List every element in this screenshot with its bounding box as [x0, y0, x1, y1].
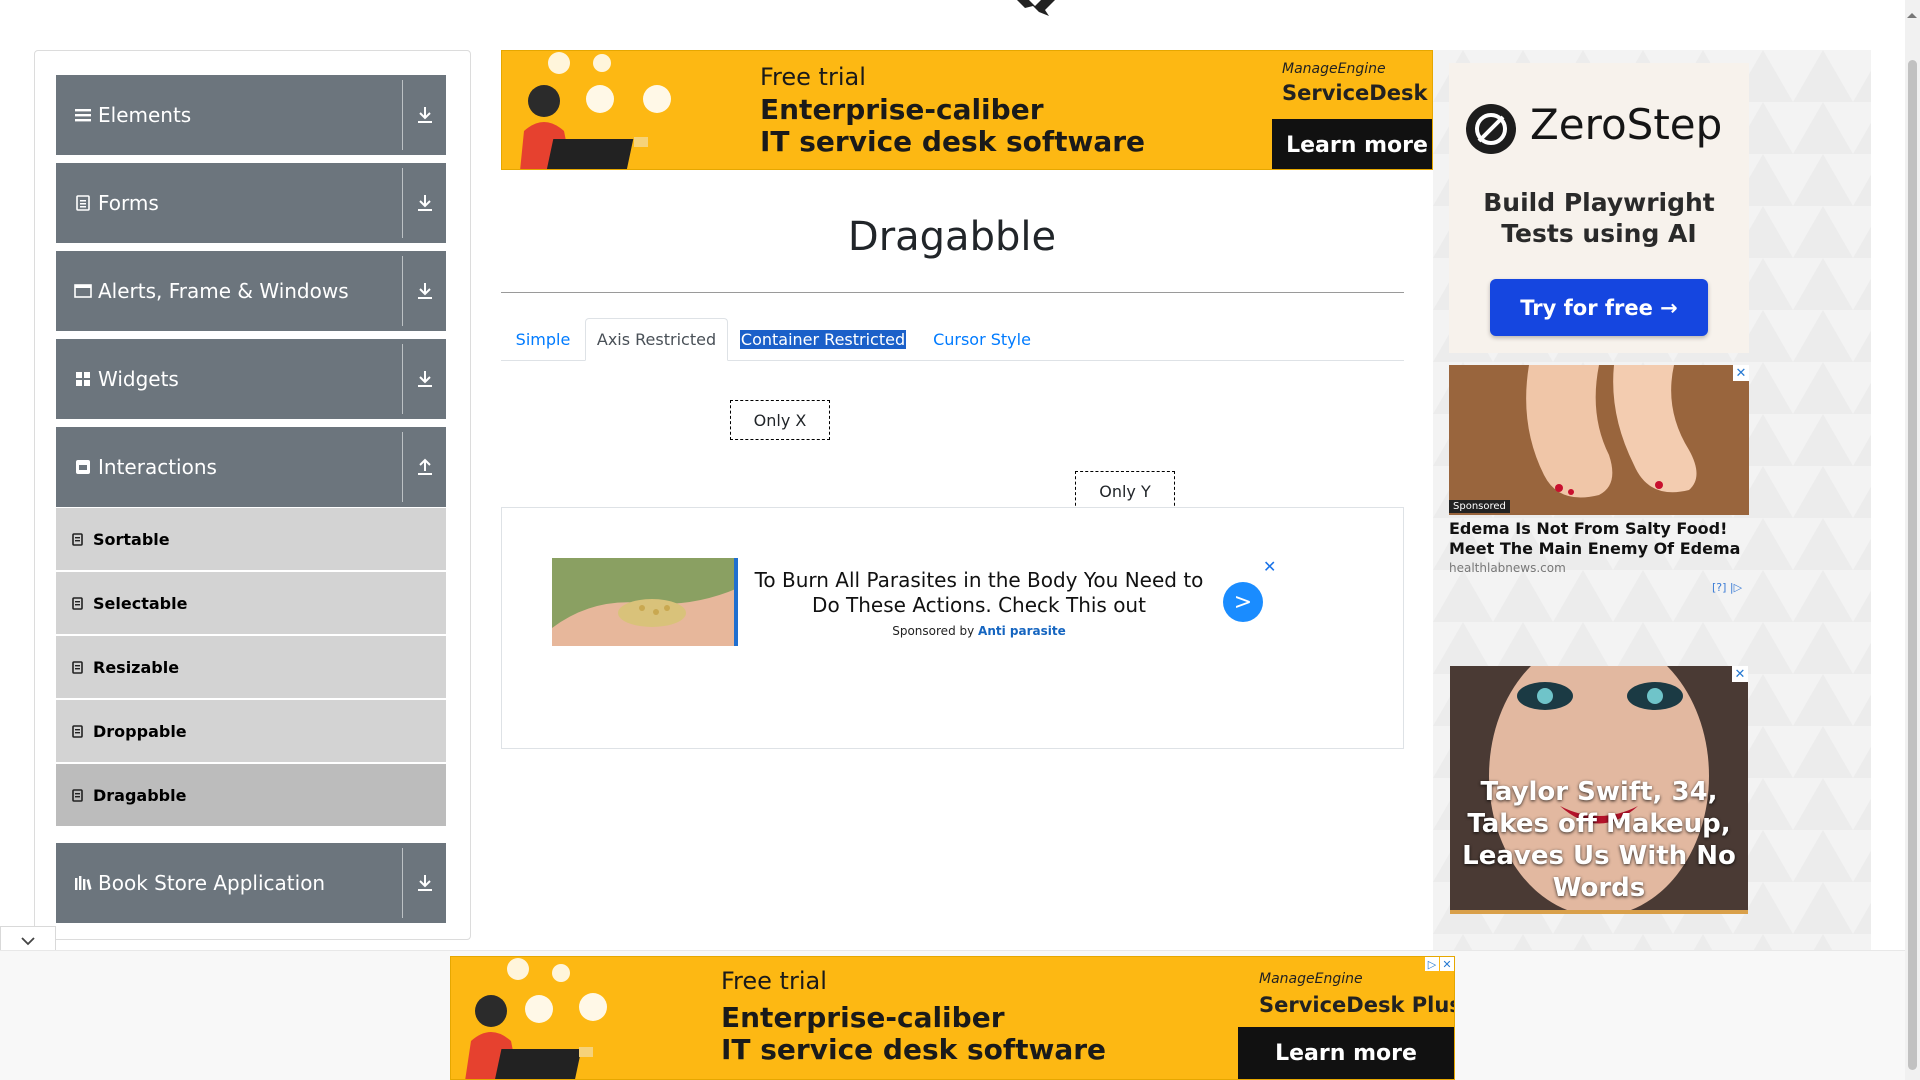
sidebar-item-dragabble[interactable]: Dragabble — [56, 764, 446, 826]
page-title: Dragabble — [847, 214, 1057, 260]
divider — [402, 344, 403, 414]
sidebar-group-label: Interactions — [98, 455, 217, 479]
menu-item-icon — [72, 660, 86, 674]
divider — [402, 848, 403, 918]
draggable-only-y[interactable]: Only Y — [1075, 471, 1175, 511]
ad-line-2: Enterprise-caliber — [760, 93, 1044, 126]
ad-line-3: IT service desk software — [760, 125, 1146, 158]
ad-line-2: Enterprise-caliber — [721, 1001, 1005, 1034]
bottom-banner-ad[interactable]: Free trial Enterprise-caliber IT service… — [450, 956, 1455, 1080]
ad-line-3: IT service desk software — [721, 1033, 1107, 1066]
tab-cursor-style[interactable]: Cursor Style — [918, 318, 1046, 361]
divider — [402, 256, 403, 326]
zerostep-tagline: Build Playwright Tests using AI — [1483, 188, 1715, 248]
sidebar-item-label: Selectable — [93, 593, 188, 613]
ad-line-1: Free trial — [721, 967, 827, 995]
sidebar-group-elements[interactable]: Elements — [56, 75, 446, 155]
sidebar-item-label: Dragabble — [93, 785, 187, 805]
ad-illustration — [520, 52, 671, 169]
sidebar-group-forms[interactable]: Forms — [56, 163, 446, 243]
tab-label: Container Restricted — [739, 330, 907, 349]
draggable-only-x[interactable]: Only X — [730, 400, 830, 440]
sidebar-item-label: Droppable — [93, 721, 187, 741]
hamburger-icon — [72, 108, 94, 122]
divider — [501, 292, 1404, 293]
learn-more-button[interactable]: Learn more — [1238, 1027, 1454, 1079]
close-icon[interactable]: ✕ — [1732, 666, 1748, 682]
ad-brand-big: ServiceDesk Pl — [1282, 81, 1432, 105]
menu-item-icon — [72, 532, 86, 546]
window-icon — [72, 283, 94, 299]
ad-brand-small: ManageEngine — [1259, 971, 1363, 987]
sidebar-item-label: Resizable — [93, 657, 180, 677]
sidebar-group-label: Widgets — [98, 367, 179, 391]
sponsored-by-label: Sponsored by — [892, 624, 975, 638]
tab-bar: Simple Axis Restricted Container Restric… — [501, 318, 1404, 361]
ad-headline[interactable]: Taylor Swift, 34, Takes off Makeup, Leav… — [1450, 776, 1748, 904]
menu-item-icon — [72, 724, 86, 738]
download-icon[interactable] — [403, 163, 446, 243]
ad-image[interactable] — [552, 558, 738, 646]
sidebar-group-label: Forms — [98, 191, 159, 215]
sidebar-group-label: Alerts, Frame & Windows — [98, 279, 349, 303]
close-icon[interactable]: ✕ — [1733, 365, 1749, 381]
menu-item-icon — [72, 788, 86, 802]
sidebar-group-label: Book Store Application — [98, 871, 326, 895]
ad-headline[interactable]: Edema Is Not From Salty Food! Meet The M… — [1449, 519, 1749, 559]
sidebar-item-selectable[interactable]: Selectable — [56, 572, 446, 634]
ad-sponsor-line: Sponsored by Anti parasite — [748, 624, 1210, 638]
sidebar-item-sortable[interactable]: Sortable — [56, 508, 446, 570]
close-icon[interactable]: ✕ — [1440, 957, 1454, 971]
ad-line-1: Free trial — [760, 63, 866, 91]
sidebar-group-interactions[interactable]: Interactions — [56, 427, 446, 507]
learn-more-button[interactable]: Learn more — [1272, 119, 1432, 169]
ad-brand-big: ServiceDesk Plus — [1259, 993, 1455, 1017]
upload-icon[interactable] — [403, 427, 446, 507]
close-icon[interactable]: ✕ — [1263, 557, 1276, 576]
zerostep-brand: ZeroStep — [1530, 100, 1723, 149]
download-icon[interactable] — [403, 843, 446, 923]
grid-icon — [72, 371, 94, 387]
download-icon[interactable] — [403, 75, 446, 155]
sidebar-item-droppable[interactable]: Droppable — [56, 700, 446, 762]
sidebar-group-book-store[interactable]: Book Store Application — [56, 843, 446, 923]
ad-image[interactable] — [1449, 365, 1749, 515]
divider — [402, 432, 403, 502]
ad-domain[interactable]: healthlabnews.com — [1449, 561, 1566, 575]
ad-headline[interactable]: To Burn All Parasites in the Body You Ne… — [748, 568, 1210, 618]
sponsor-name[interactable]: Anti parasite — [978, 624, 1066, 638]
sponsored-badge: Sponsored — [1449, 500, 1510, 513]
scroll-thumb[interactable] — [1908, 60, 1917, 1070]
tab-container-restricted[interactable]: Container Restricted — [728, 318, 918, 361]
sidebar-group-widgets[interactable]: Widgets — [56, 339, 446, 419]
sidebar-group-label: Elements — [98, 103, 192, 127]
adchoices-icon[interactable]: [?] |▷ — [1712, 581, 1742, 594]
ad-brand-small: ManageEngine — [1282, 61, 1386, 77]
zerostep-logo-icon — [1465, 103, 1517, 159]
adchoices-icon[interactable]: ▷ — [1425, 957, 1439, 971]
download-icon[interactable] — [403, 339, 446, 419]
tab-axis-restricted[interactable]: Axis Restricted — [585, 318, 728, 361]
ad-next-button[interactable]: > — [1223, 582, 1263, 622]
sidebar-item-label: Sortable — [93, 529, 170, 549]
sidebar-group-alerts[interactable]: Alerts, Frame & Windows — [56, 251, 446, 331]
sidebar-item-resizable[interactable]: Resizable — [56, 636, 446, 698]
download-icon[interactable] — [403, 251, 446, 331]
document-icon — [72, 195, 94, 211]
divider — [402, 80, 403, 150]
scroll-up-icon[interactable] — [1906, 4, 1918, 23]
top-banner-ad[interactable]: Free trial Enterprise-caliber IT service… — [501, 50, 1433, 170]
site-logo[interactable] — [1005, 0, 1075, 16]
ad-illustration — [465, 958, 607, 1079]
menu-item-icon — [72, 596, 86, 610]
divider — [402, 168, 403, 238]
try-for-free-button[interactable]: Try for free → — [1490, 279, 1708, 336]
tab-simple[interactable]: Simple — [501, 318, 585, 361]
interactions-icon — [72, 459, 94, 475]
books-icon — [72, 875, 94, 891]
